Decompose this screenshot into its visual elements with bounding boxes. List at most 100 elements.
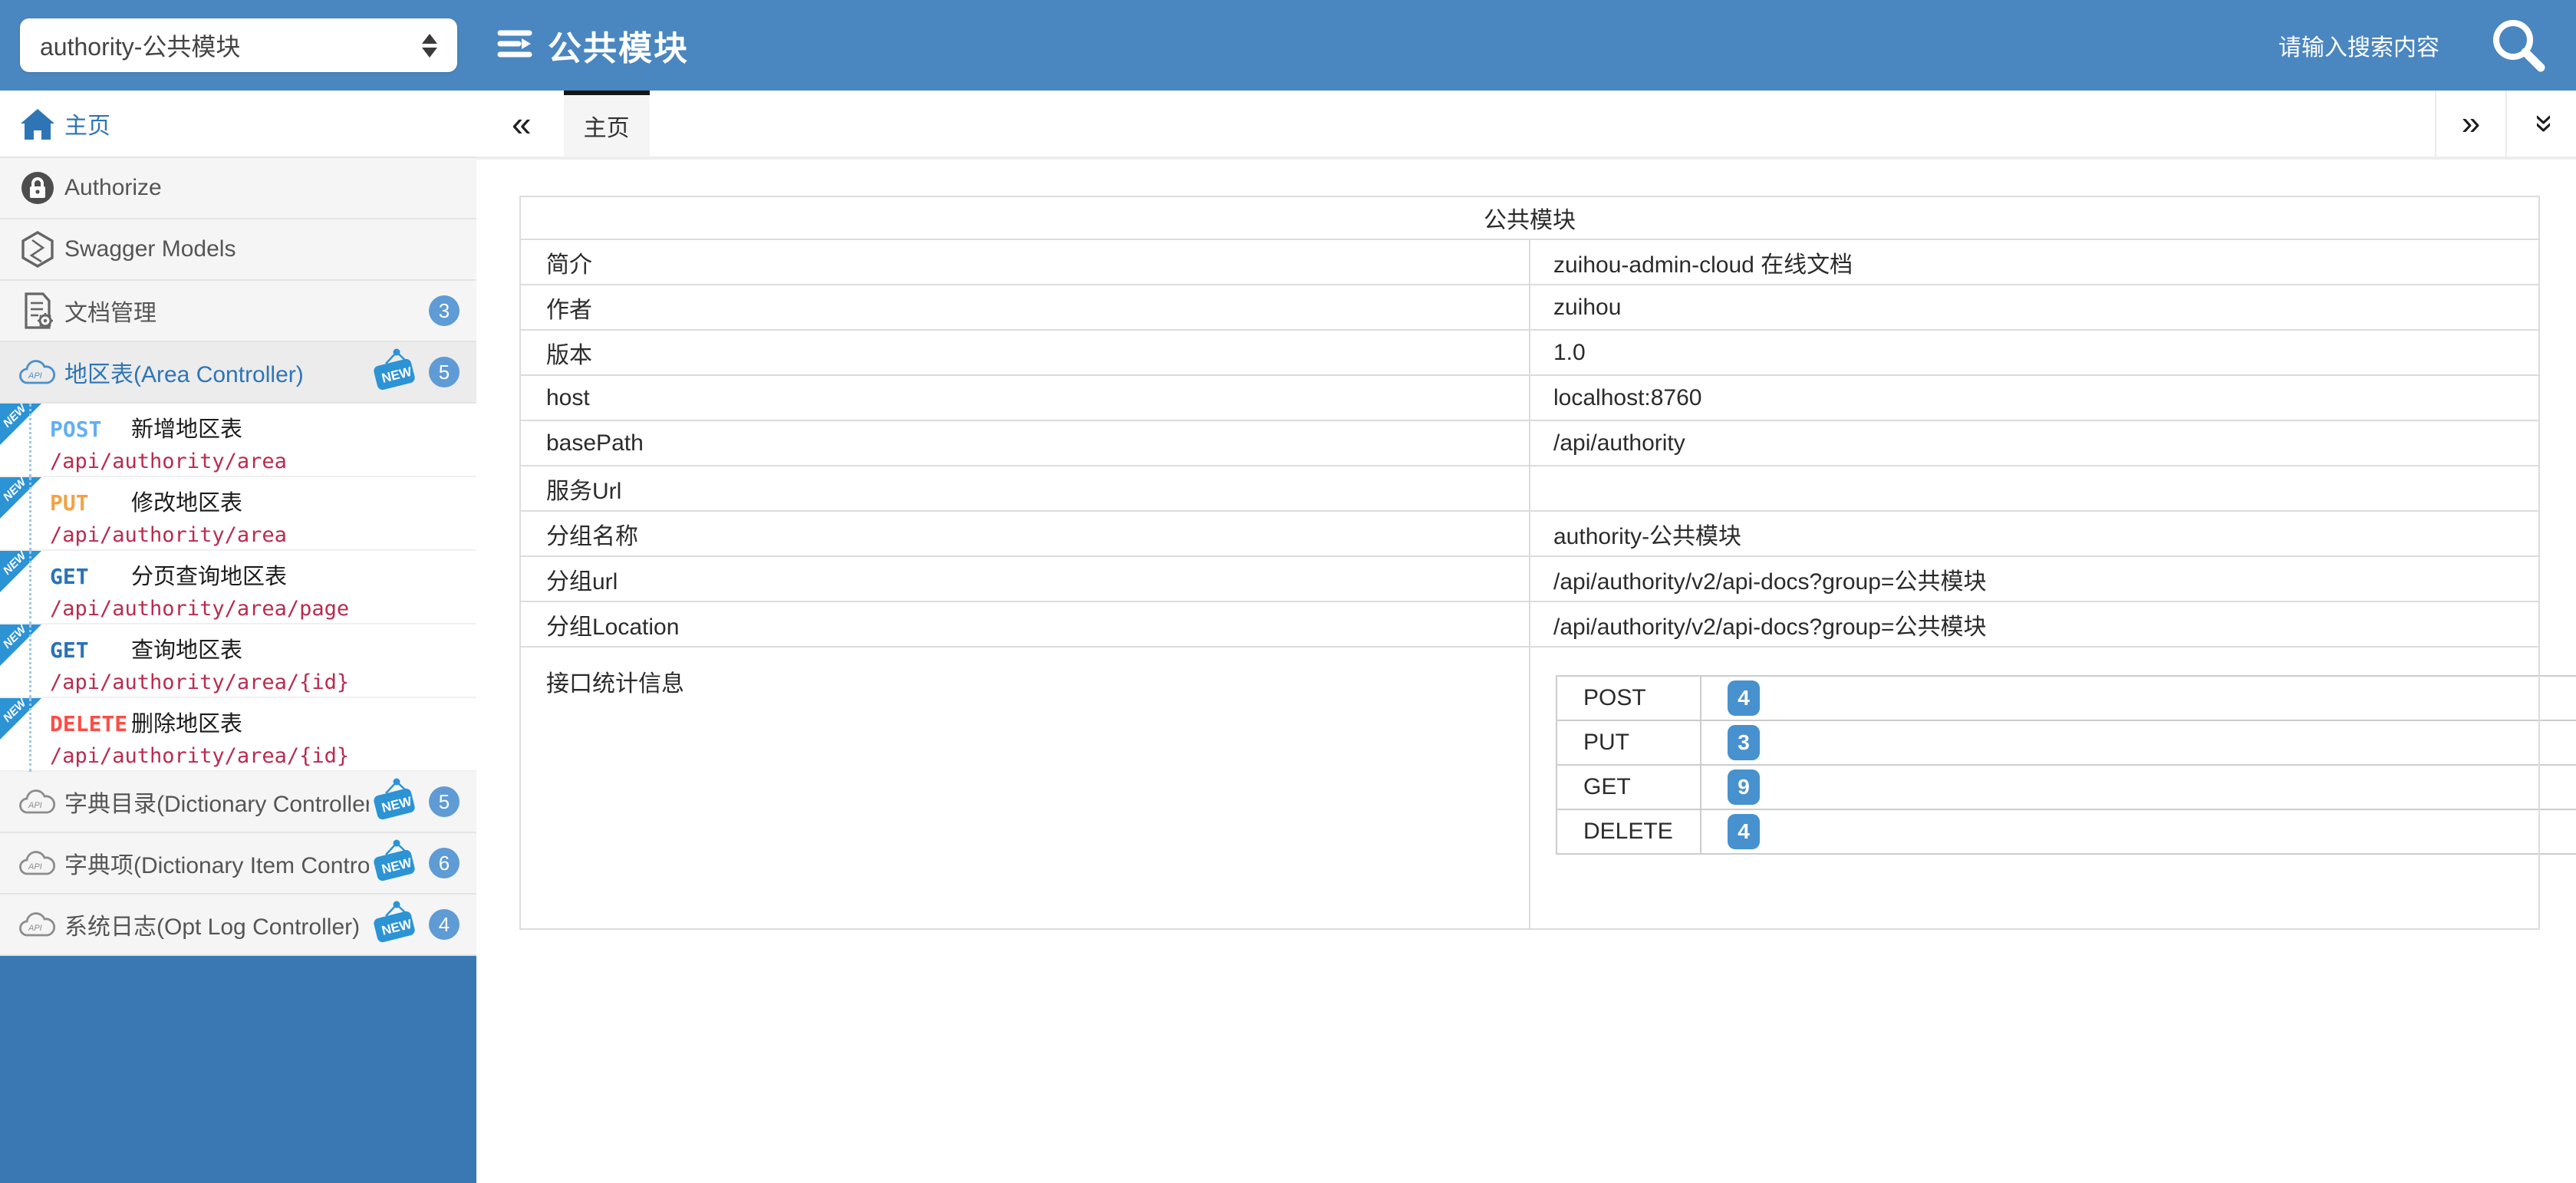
table-row: 作者 zuihou — [520, 285, 2539, 330]
stats-method: DELETE — [1556, 809, 1701, 854]
tabs-scroll-left-icon[interactable]: « — [512, 106, 532, 141]
row-label: 作者 — [520, 285, 1530, 330]
method-label: POST — [50, 417, 131, 442]
logo-icon — [496, 24, 535, 68]
row-value: zuihou — [1530, 285, 2539, 330]
tabs-menu-icon[interactable]: « — [2505, 91, 2576, 157]
svg-text:API: API — [28, 371, 42, 381]
stats-row: POST 4 — [1556, 676, 2576, 720]
new-corner-icon: NEW — [0, 477, 41, 519]
sidebar-item-doc-manage[interactable]: 文档管理 3 — [0, 281, 476, 342]
table-row-stats: 接口统计信息 POST 4 PUT 3 GET 9 — [520, 647, 2539, 929]
cloud-api-icon: API — [18, 786, 57, 817]
method-label: PUT — [50, 490, 131, 516]
row-label: 版本 — [520, 330, 1530, 375]
table-row: 版本 1.0 — [520, 330, 2539, 375]
doc-gear-icon — [18, 292, 57, 329]
tab-home[interactable]: 主页 — [564, 91, 650, 157]
stats-count-badge: 4 — [1728, 814, 1760, 849]
table-row: 分组Location /api/authority/v2/api-docs?gr… — [520, 601, 2539, 647]
stats-label: 接口统计信息 — [520, 647, 1530, 929]
stats-method: PUT — [1556, 720, 1701, 765]
hexagon-icon — [18, 231, 57, 268]
home-icon — [18, 107, 57, 140]
stats-row: GET 9 — [1556, 765, 2576, 809]
cloud-api-icon: API — [18, 848, 57, 878]
count-badge: 5 — [429, 357, 460, 387]
row-value: /api/authority — [1530, 420, 2539, 466]
endpoint-get-area[interactable]: NEW GET 查询地区表 /api/authority/area/{id} — [0, 624, 476, 698]
count-badge: 6 — [429, 848, 460, 878]
row-value: localhost:8760 — [1530, 375, 2539, 420]
count-badge: 5 — [429, 786, 460, 817]
module-info-table: 公共模块 简介 zuihou-admin-cloud 在线文档 作者 zuiho… — [519, 196, 2540, 930]
tab-bar: « 主页 » « — [476, 91, 2576, 160]
method-label: GET — [50, 638, 131, 663]
endpoint-name: 分页查询地区表 — [131, 559, 287, 591]
sidebar-item-authorize[interactable]: Authorize — [0, 158, 476, 219]
new-tag-icon: NEW — [369, 838, 420, 888]
brand: 公共模块 — [496, 21, 689, 70]
cloud-api-icon: API — [18, 909, 57, 940]
group-select-value: authority-公共模块 — [40, 28, 422, 63]
row-value: /api/authority/v2/api-docs?group=公共模块 — [1530, 556, 2539, 601]
row-label: 分组url — [520, 556, 1530, 601]
sidebar-item-area-controller[interactable]: API 地区表(Area Controller) NEW — [0, 342, 476, 404]
endpoint-name: 新增地区表 — [131, 411, 242, 443]
new-tag-icon: NEW — [369, 347, 420, 397]
endpoint-name: 修改地区表 — [131, 485, 242, 517]
stats-method: GET — [1556, 765, 1701, 809]
table-row: 简介 zuihou-admin-cloud 在线文档 — [520, 239, 2539, 285]
svg-text:API: API — [28, 801, 42, 810]
table-row: 服务Url — [520, 466, 2539, 511]
row-label: 简介 — [520, 239, 1530, 285]
sidebar-item-swagger-models[interactable]: Swagger Models — [0, 219, 476, 281]
endpoint-path: /api/authority/area — [50, 523, 476, 547]
stats-method: POST — [1556, 676, 1701, 720]
row-value: zuihou-admin-cloud 在线文档 — [1530, 239, 2539, 285]
lock-icon — [18, 170, 57, 206]
stats-count-badge: 3 — [1728, 725, 1760, 760]
row-value: authority-公共模块 — [1530, 511, 2539, 556]
group-select[interactable]: authority-公共模块 — [20, 18, 457, 72]
row-label: 服务Url — [520, 466, 1530, 511]
sidebar-item-home[interactable]: 主页 — [0, 91, 476, 158]
row-value — [1530, 466, 2539, 511]
row-label: 分组Location — [520, 601, 1530, 647]
sidebar-item-dictionary-controller[interactable]: API 字典目录(Dictionary Controller) NEW — [0, 772, 476, 833]
endpoint-list: NEW POST 新增地区表 /api/authority/area NEW P… — [0, 404, 476, 772]
count-badge: 4 — [429, 909, 460, 940]
table-title: 公共模块 — [520, 196, 2539, 239]
endpoint-get-page-area[interactable]: NEW GET 分页查询地区表 /api/authority/area/page — [0, 551, 476, 624]
svg-text:API: API — [28, 924, 42, 933]
cloud-api-icon: API — [18, 357, 57, 387]
search-icon[interactable] — [2489, 15, 2548, 75]
method-label: DELETE — [50, 711, 131, 736]
endpoint-post-add-area[interactable]: NEW POST 新增地区表 /api/authority/area — [0, 404, 476, 477]
select-spinner-icon — [422, 34, 437, 58]
endpoint-delete-area[interactable]: NEW DELETE 删除地区表 /api/authority/area/{id… — [0, 698, 476, 772]
app-header: authority-公共模块 公共模块 请输入搜索内容 — [0, 0, 2576, 91]
row-label: host — [520, 375, 1530, 420]
search-placeholder[interactable]: 请输入搜索内容 — [2278, 28, 2439, 62]
row-value: /api/authority/v2/api-docs?group=公共模块 — [1530, 601, 2539, 647]
tabs-scroll-right-icon[interactable]: » — [2435, 91, 2505, 157]
sidebar-item-opt-log-controller[interactable]: API 系统日志(Opt Log Controller) NEW — [0, 895, 476, 956]
table-row: host localhost:8760 — [520, 375, 2539, 420]
row-label: 分组名称 — [520, 511, 1530, 556]
new-tag-icon: NEW — [369, 776, 420, 827]
table-row: basePath /api/authority — [520, 420, 2539, 466]
row-label: basePath — [520, 420, 1530, 466]
stats-row: DELETE 4 — [1556, 809, 2576, 854]
endpoint-path: /api/authority/area — [50, 450, 476, 473]
new-corner-icon: NEW — [0, 551, 41, 592]
method-stats-table: POST 4 PUT 3 GET 9 DELETE 4 — [1556, 675, 2576, 855]
endpoint-name: 查询地区表 — [131, 632, 242, 664]
endpoint-put-update-area[interactable]: NEW PUT 修改地区表 /api/authority/area — [0, 477, 476, 551]
sidebar: 主页 Authorize Swagger Models — [0, 91, 476, 1183]
svg-text:API: API — [28, 862, 42, 872]
sidebar-item-dictionary-item-controller[interactable]: API 字典项(Dictionary Item Controller) NEW — [0, 833, 476, 895]
new-corner-icon: NEW — [0, 624, 41, 666]
endpoint-path: /api/authority/area/page — [50, 597, 476, 621]
method-label: GET — [50, 564, 131, 589]
